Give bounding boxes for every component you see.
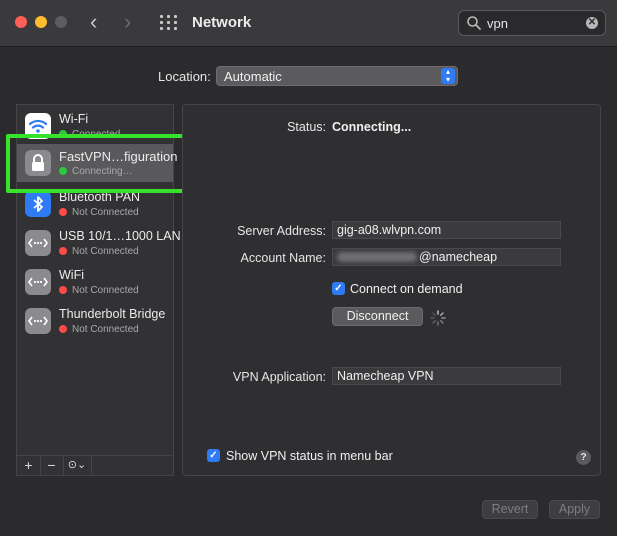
status-dot — [59, 286, 67, 294]
search-input[interactable]: vpn — [487, 16, 508, 31]
status-label: Status: — [287, 120, 326, 134]
server-address-label: Server Address: — [237, 224, 326, 238]
location-select[interactable]: Automatic ▴ ▾ — [216, 66, 458, 86]
service-name: WiFi — [59, 268, 84, 282]
window-title: Network — [192, 14, 252, 31]
status-value: Connecting... — [332, 120, 412, 134]
server-address-field: gig-a08.wlvpn.com — [332, 221, 561, 239]
show-all-grid-icon[interactable] — [160, 15, 178, 31]
minimize-window-button[interactable] — [35, 16, 47, 28]
status-dot — [59, 325, 67, 333]
service-item-fastvpn[interactable]: FastVPN…figuration Connecting… — [17, 144, 178, 182]
status-dot — [59, 247, 67, 255]
vpn-application-label: VPN Application: — [232, 370, 326, 384]
service-name: Bluetooth PAN — [59, 190, 141, 204]
lock-icon — [25, 150, 51, 176]
connect-on-demand-label: Connect on demand — [350, 282, 463, 296]
server-address-value: gig-a08.wlvpn.com — [337, 223, 442, 237]
service-name: Wi-Fi — [59, 112, 89, 126]
service-item-bluetooth-pan[interactable]: Bluetooth PAN Not Connected — [17, 185, 173, 223]
service-list-toolbar: + − ⊙⌄ — [16, 456, 174, 476]
help-button[interactable]: ? — [576, 450, 591, 465]
remove-service-button[interactable]: − — [40, 456, 64, 475]
ethernet-icon — [25, 230, 51, 256]
service-item-thunderbolt-bridge[interactable]: Thunderbolt Bridge Not Connected — [17, 302, 173, 340]
account-name-field: @namecheap — [332, 248, 561, 266]
service-status: Connecting… — [59, 166, 133, 177]
zoom-window-button[interactable] — [55, 16, 67, 28]
service-status: Not Connected — [59, 207, 139, 218]
service-list: Wi-Fi Connected FastVPN…figuration Conne… — [16, 104, 181, 456]
search-icon — [467, 16, 481, 30]
vpn-application-field: Namecheap VPN — [332, 367, 561, 385]
forward-button[interactable]: › — [124, 10, 131, 34]
action-menu-button[interactable]: ⊙⌄ — [63, 456, 92, 475]
service-item-usb-lan[interactable]: USB 10/1…1000 LAN Not Connected — [17, 224, 181, 262]
service-name: FastVPN…figuration — [59, 149, 178, 164]
clear-search-icon[interactable]: ✕ — [586, 17, 598, 29]
account-name-label: Account Name: — [240, 251, 326, 265]
status-dot — [59, 130, 67, 138]
service-status: Connected — [59, 129, 120, 140]
service-status: Not Connected — [59, 246, 139, 257]
status-dot — [59, 167, 67, 175]
service-item-wifi-2[interactable]: WiFi Not Connected — [17, 263, 173, 301]
ethernet-icon — [25, 269, 51, 295]
show-vpn-status-label: Show VPN status in menu bar — [226, 449, 393, 463]
redacted-username — [337, 252, 417, 262]
account-name-value: @namecheap — [337, 250, 497, 264]
back-button[interactable]: ‹ — [90, 10, 97, 34]
disconnect-button[interactable]: Disconnect — [332, 307, 423, 326]
service-name: USB 10/1…1000 LAN — [59, 229, 181, 243]
spinner-icon — [430, 310, 446, 326]
vpn-application-value: Namecheap VPN — [337, 369, 434, 383]
location-value: Automatic — [224, 69, 282, 84]
close-window-button[interactable] — [15, 16, 27, 28]
search-field[interactable]: vpn ✕ — [458, 10, 606, 36]
title-bar: ‹ › Network vpn ✕ — [0, 0, 617, 47]
service-name: Thunderbolt Bridge — [59, 307, 166, 321]
location-label: Location: — [158, 69, 211, 84]
service-status: Not Connected — [59, 324, 139, 335]
service-item-wifi[interactable]: Wi-Fi Connected — [17, 107, 173, 145]
connect-on-demand-checkbox[interactable]: ✓ — [332, 282, 345, 295]
add-service-button[interactable]: + — [17, 456, 41, 475]
select-stepper-icon: ▴ ▾ — [441, 68, 455, 84]
service-status: Not Connected — [59, 285, 139, 296]
show-vpn-status-checkbox[interactable]: ✓ — [207, 449, 220, 462]
status-dot — [59, 208, 67, 216]
wifi-icon — [25, 113, 51, 139]
apply-button[interactable]: Apply — [549, 500, 600, 519]
revert-button[interactable]: Revert — [482, 500, 538, 519]
bluetooth-icon — [25, 191, 51, 217]
ethernet-icon — [25, 308, 51, 334]
